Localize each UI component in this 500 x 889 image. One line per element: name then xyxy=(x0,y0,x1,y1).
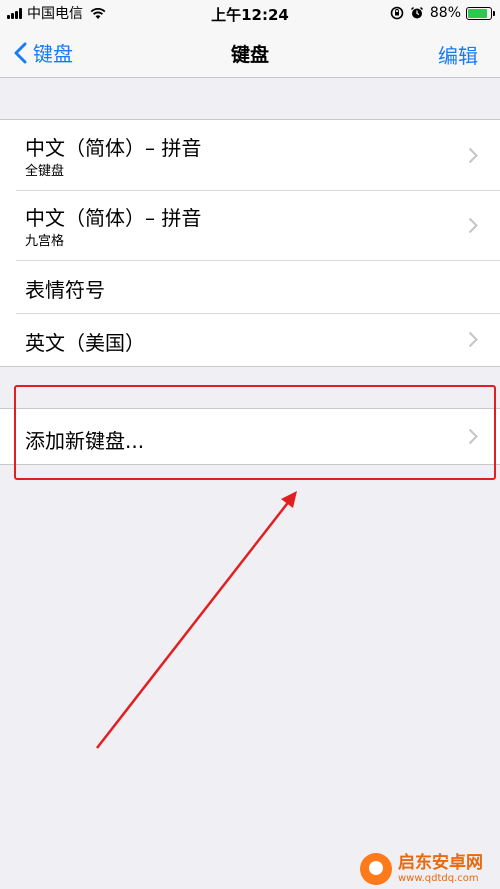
chevron-right-icon xyxy=(468,217,478,234)
keyboard-item-pinyin-full[interactable]: 中文（简体）– 拼音 全键盘 xyxy=(0,120,500,190)
navigation-bar: 键盘 键盘 编辑 xyxy=(0,26,500,78)
keyboard-item-english-us[interactable]: 英文（美国） xyxy=(0,313,500,366)
keyboard-item-subtitle: 全键盘 xyxy=(25,164,65,179)
keyboard-list: 中文（简体）– 拼音 全键盘 中文（简体）– 拼音 九宫格 表情符号 英文（美国… xyxy=(0,119,500,367)
edit-button[interactable]: 编辑 xyxy=(438,40,478,69)
watermark-name: 启东安卓网 xyxy=(398,852,483,873)
keyboard-item-title: 表情符号 xyxy=(25,278,105,302)
status-bar: 中国电信 上午12:24 88% xyxy=(0,0,500,26)
battery-fill xyxy=(468,8,488,18)
alarm-icon xyxy=(410,6,423,19)
watermark: 启东安卓网 www.qdtdq.com xyxy=(360,852,483,886)
watermark-logo-icon xyxy=(360,853,392,885)
battery-icon xyxy=(466,6,495,20)
battery-percent: 88% xyxy=(429,5,461,21)
annotation-highlight-box xyxy=(14,385,496,480)
chevron-right-icon xyxy=(468,147,478,164)
keyboard-item-title: 英文（美国） xyxy=(25,331,145,355)
keyboard-item-emoji[interactable]: 表情符号 xyxy=(0,260,500,313)
keyboard-item-title: 中文（简体）– 拼音 xyxy=(25,206,202,230)
chevron-right-icon xyxy=(468,331,478,348)
watermark-url: www.qdtdq.com xyxy=(398,872,479,884)
keyboard-item-title: 中文（简体）– 拼音 xyxy=(25,136,202,160)
keyboard-item-pinyin-9key[interactable]: 中文（简体）– 拼音 九宫格 xyxy=(0,190,500,260)
keyboard-item-subtitle: 九宫格 xyxy=(25,234,65,249)
page-title: 键盘 xyxy=(230,44,269,66)
status-right: 88% xyxy=(390,4,495,22)
rotation-lock-icon xyxy=(390,6,404,20)
